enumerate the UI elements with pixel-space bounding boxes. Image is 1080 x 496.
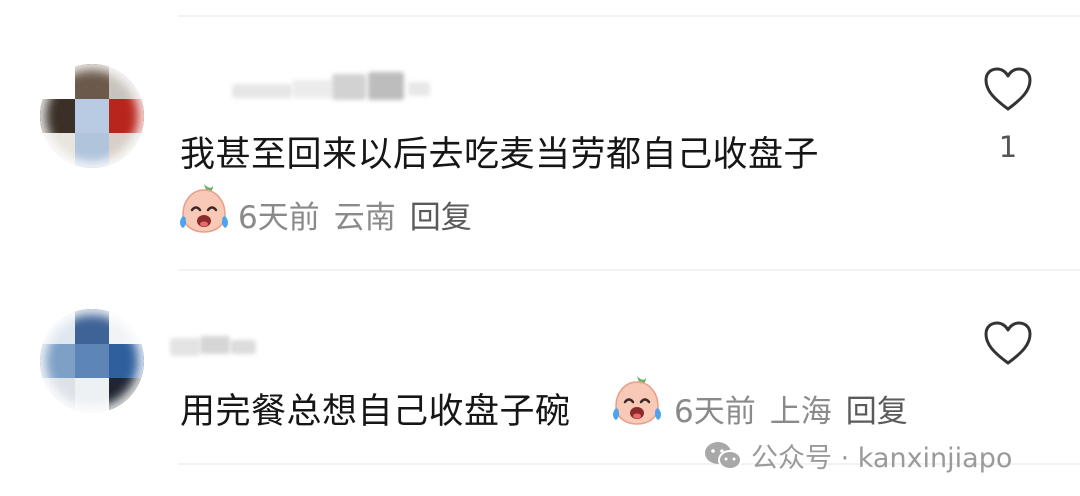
avatar-pixel (40, 98, 75, 134)
heart-outline-icon[interactable] (983, 66, 1033, 112)
avatar-pixel (109, 133, 144, 168)
top-divider (178, 15, 1080, 17)
comment-divider (178, 269, 1080, 271)
avatar[interactable] (40, 64, 144, 168)
avatar-pixel (74, 64, 110, 99)
laughing-crying-sticker-icon (180, 184, 228, 233)
comment-meta: 6天前 上海 回复 (674, 386, 908, 431)
username-redacted[interactable] (232, 72, 442, 102)
avatar-pixel (74, 309, 110, 344)
laughing-crying-sticker-icon (613, 376, 661, 425)
comment-location: 云南 (333, 200, 396, 236)
comment-time: 6天前 (238, 200, 320, 236)
avatar-pixel (40, 309, 75, 344)
comment-text: 用完餐总想自己收盘子碗 (180, 392, 571, 432)
avatar-pixel (74, 133, 110, 168)
avatar-pixel (40, 378, 75, 413)
avatar-pixel (74, 343, 110, 379)
avatar-pixel (40, 343, 75, 379)
comment-time: 6天前 (674, 394, 756, 430)
watermark: 公众号 · kanxinjiapo (703, 436, 1012, 475)
watermark-text: 公众号 · kanxinjiapo (751, 443, 1013, 474)
avatar-pixel (109, 64, 144, 99)
avatar-pixel (40, 133, 75, 168)
heart-outline-icon[interactable] (983, 320, 1033, 366)
avatar-pixel (74, 378, 110, 413)
username-redacted[interactable] (170, 330, 270, 360)
like-count: 1 (998, 130, 1018, 164)
avatar-pixel (109, 98, 144, 134)
comment-meta: 6天前 云南 回复 (238, 192, 472, 237)
wechat-icon (705, 441, 742, 470)
avatar-pixel (109, 309, 144, 344)
avatar-pixel (109, 343, 144, 379)
reply-button[interactable]: 回复 (410, 200, 472, 236)
reply-button[interactable]: 回复 (846, 394, 908, 430)
avatar-pixel (40, 64, 75, 99)
comment-text: 我甚至回来以后去吃麦当劳都自己收盘子 (180, 135, 820, 175)
avatar-pixel (74, 98, 110, 134)
avatar[interactable] (40, 309, 144, 413)
comment-location: 上海 (769, 394, 832, 430)
avatar-pixel (109, 378, 144, 413)
